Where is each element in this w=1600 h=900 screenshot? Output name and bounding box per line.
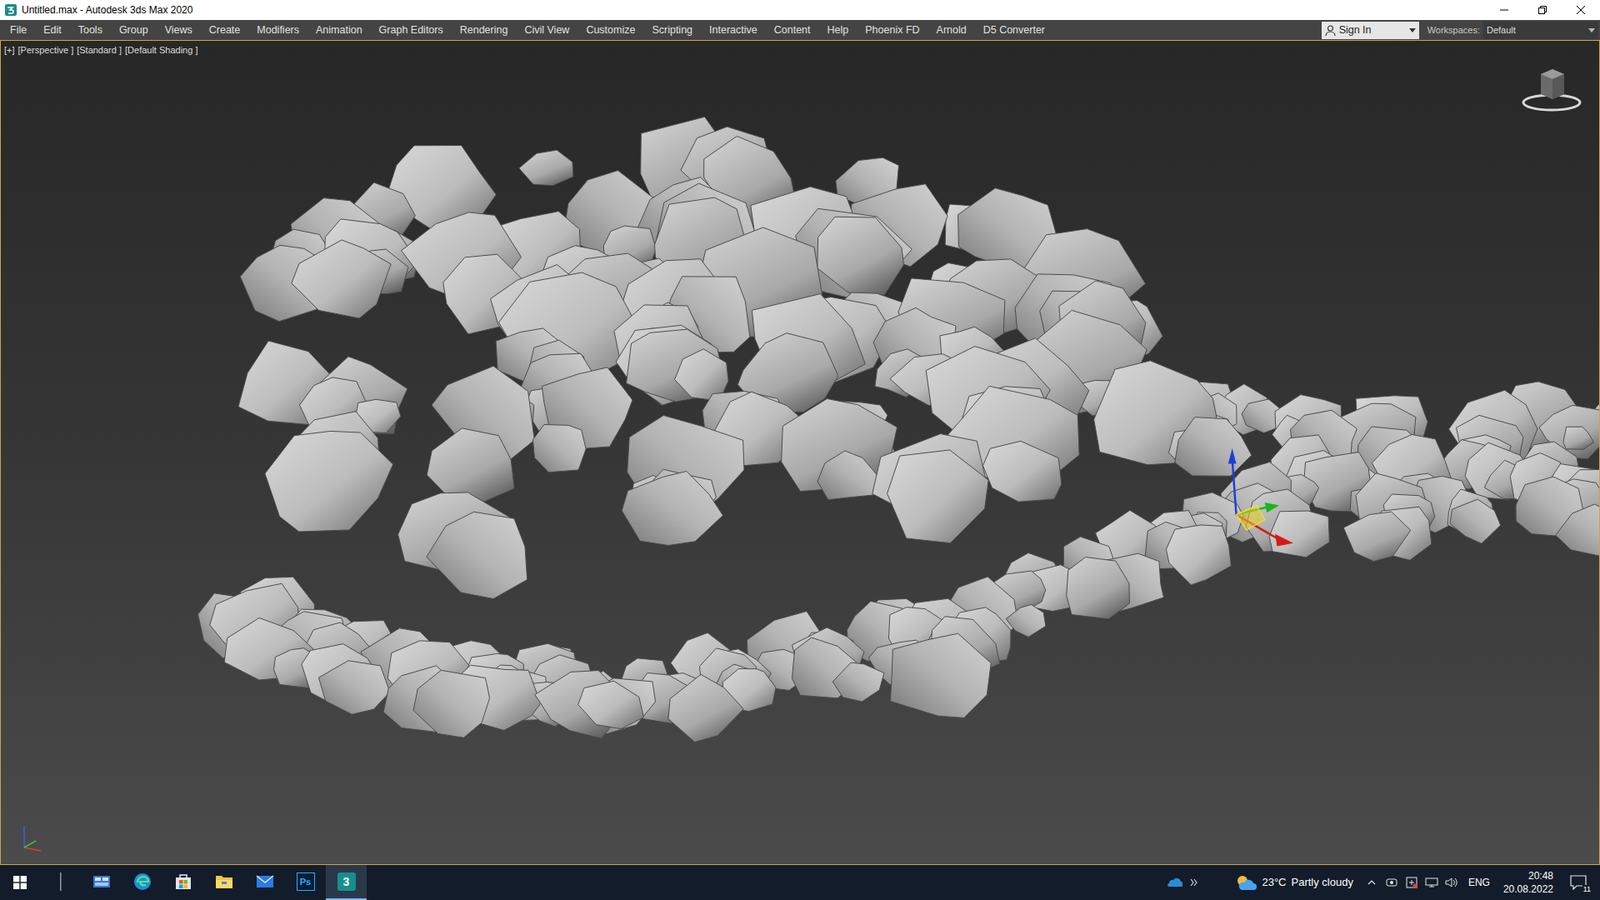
viewport-menu[interactable]: [Default Shading ]	[125, 43, 198, 58]
transform-gizmo[interactable]	[1228, 448, 1294, 546]
mail-icon	[255, 875, 275, 889]
menu-item[interactable]: Rendering	[451, 22, 517, 39]
close-icon[interactable]	[1561, 0, 1600, 20]
menu-item[interactable]: Modifiers	[248, 22, 308, 39]
menu-item[interactable]: Phoenix FD	[856, 22, 928, 39]
menu-item[interactable]: Customize	[577, 22, 644, 39]
window-controls	[1485, 0, 1600, 20]
overflow-chevron-icon[interactable]	[1185, 865, 1204, 900]
photoshop-logo: Ps	[296, 872, 315, 891]
menu-item[interactable]: File	[1, 22, 35, 39]
menu-item[interactable]: Create	[200, 22, 250, 39]
menu-item[interactable]: Interactive	[700, 22, 766, 39]
menu-item[interactable]: Edit	[35, 22, 70, 39]
viewport[interactable]: [+][Perspective ][Standard ][Default Sha…	[0, 40, 1600, 865]
max-icon: 3	[337, 872, 356, 891]
window-title: Untitled.max - Autodesk 3ds Max 2020	[21, 2, 193, 18]
taskbar-app[interactable]	[162, 865, 204, 900]
menu-item[interactable]: Views	[156, 22, 201, 39]
sign-in-button[interactable]: Sign In	[1321, 21, 1420, 40]
restore-icon[interactable]	[1523, 0, 1562, 20]
meet-icon[interactable]	[1381, 865, 1402, 900]
user-icon	[1325, 24, 1337, 36]
taskbar-app[interactable]	[203, 865, 245, 900]
partly-cloudy-icon	[1235, 874, 1257, 891]
volume-icon[interactable]	[1441, 865, 1462, 900]
search-icon	[59, 872, 63, 891]
taskbar: Ps323°CPartly cloudyENG20:4820.08.202211	[0, 865, 1600, 900]
caret-down-icon	[1588, 26, 1595, 34]
weather-temp: 23°C	[1261, 874, 1286, 891]
taskview-icon	[92, 874, 111, 890]
clock-time: 20:48	[1528, 869, 1554, 883]
sign-in-label: Sign In	[1339, 22, 1372, 39]
minimize-icon[interactable]	[1485, 0, 1524, 20]
taskbar-app[interactable]: Ps	[285, 865, 326, 900]
menu-item[interactable]: Group	[110, 22, 157, 39]
viewport-menu[interactable]: [Standard ]	[76, 43, 122, 58]
security-icon[interactable]	[1401, 865, 1422, 900]
taskbar-app[interactable]	[40, 865, 81, 900]
viewport-menu[interactable]: [Perspective ]	[18, 43, 75, 58]
show-hidden-icon[interactable]	[1361, 865, 1382, 900]
explorer-icon	[215, 873, 234, 890]
workspaces-value: Default	[1486, 23, 1516, 38]
store-icon	[174, 872, 193, 891]
viewport-label: [+][Perspective ][Standard ][Default Sha…	[4, 43, 198, 58]
clock-date: 20.08.2022	[1503, 882, 1554, 896]
menu-item[interactable]: Civil View	[515, 22, 578, 39]
edge-icon	[133, 872, 152, 891]
workspaces-dropdown[interactable]: Default	[1483, 21, 1599, 40]
caret-down-icon	[1409, 26, 1416, 34]
menu-item[interactable]: Graph Editors	[370, 22, 452, 39]
weather-condition: Partly cloudy	[1291, 874, 1354, 891]
weather-widget[interactable]: 23°C Partly cloudy	[1235, 865, 1361, 900]
rock-scene[interactable]	[0, 40, 1600, 865]
app-icon	[1, 0, 20, 20]
viewcube-icon[interactable]	[1519, 64, 1585, 115]
menu-item[interactable]: Scripting	[643, 22, 701, 39]
menu-right: Sign In Workspaces: Default	[1321, 20, 1600, 40]
axis-tripod-icon	[17, 820, 46, 855]
menu-item[interactable]: D5 Converter	[975, 22, 1054, 39]
taskbar-app[interactable]	[121, 865, 163, 900]
max-logo: 3	[337, 872, 356, 891]
clock[interactable]: 20:4820.08.2022	[1496, 869, 1560, 896]
onedrive-icon[interactable]	[1163, 865, 1185, 900]
workspaces-label: Workspaces:	[1427, 23, 1480, 38]
menu-bar: FileEditToolsGroupViewsCreateModifiersAn…	[0, 20, 1600, 40]
taskbar-app[interactable]: 3	[325, 865, 367, 900]
network-icon[interactable]	[1421, 865, 1442, 900]
language-indicator[interactable]: ENG	[1461, 875, 1497, 890]
menu-item[interactable]: Content	[765, 22, 820, 39]
photoshop-icon: Ps	[296, 872, 315, 891]
windows-start-icon[interactable]	[0, 865, 40, 900]
taskbar-app[interactable]	[80, 865, 122, 900]
title-bar: Untitled.max - Autodesk 3ds Max 2020	[0, 0, 1600, 20]
system-tray: 23°CPartly cloudyENG20:4820.08.202211	[1163, 865, 1600, 900]
notification-button[interactable]: 11	[1560, 865, 1597, 900]
menu-item[interactable]: Help	[819, 22, 858, 39]
viewport-menu[interactable]: [+]	[4, 43, 15, 58]
menu-item[interactable]: Tools	[70, 22, 111, 39]
notification-count: 11	[1582, 885, 1592, 894]
menu-item[interactable]: Animation	[307, 22, 371, 39]
menu-item[interactable]: Arnold	[928, 22, 975, 39]
taskbar-app[interactable]	[244, 865, 285, 900]
